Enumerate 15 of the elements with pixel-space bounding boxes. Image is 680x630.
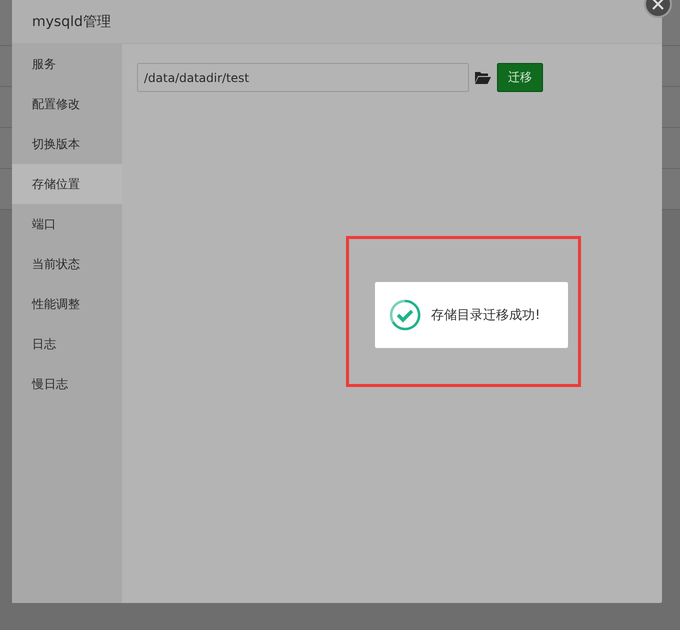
menu-item[interactable]: 日志: [12, 324, 122, 364]
menu-item[interactable]: 当前状态: [12, 244, 122, 284]
path-field[interactable]: /data/datadir/test: [137, 63, 469, 92]
folder-icon[interactable]: [475, 71, 491, 84]
menu-item[interactable]: 切换版本: [12, 124, 122, 164]
menu-item[interactable]: 存储位置: [12, 164, 122, 204]
migrate-button[interactable]: 迁移: [497, 63, 543, 92]
dialog-title: mysqld管理: [32, 12, 111, 30]
menu-item[interactable]: 性能调整: [12, 284, 122, 324]
menu-item[interactable]: 服务: [12, 44, 122, 84]
menu-item[interactable]: 配置修改: [12, 84, 122, 124]
menu-item[interactable]: 慢日志: [12, 364, 122, 404]
toast-message: 存储目录迁移成功!: [431, 307, 540, 324]
check-icon: [389, 299, 421, 331]
menu-item[interactable]: 端口: [12, 204, 122, 244]
